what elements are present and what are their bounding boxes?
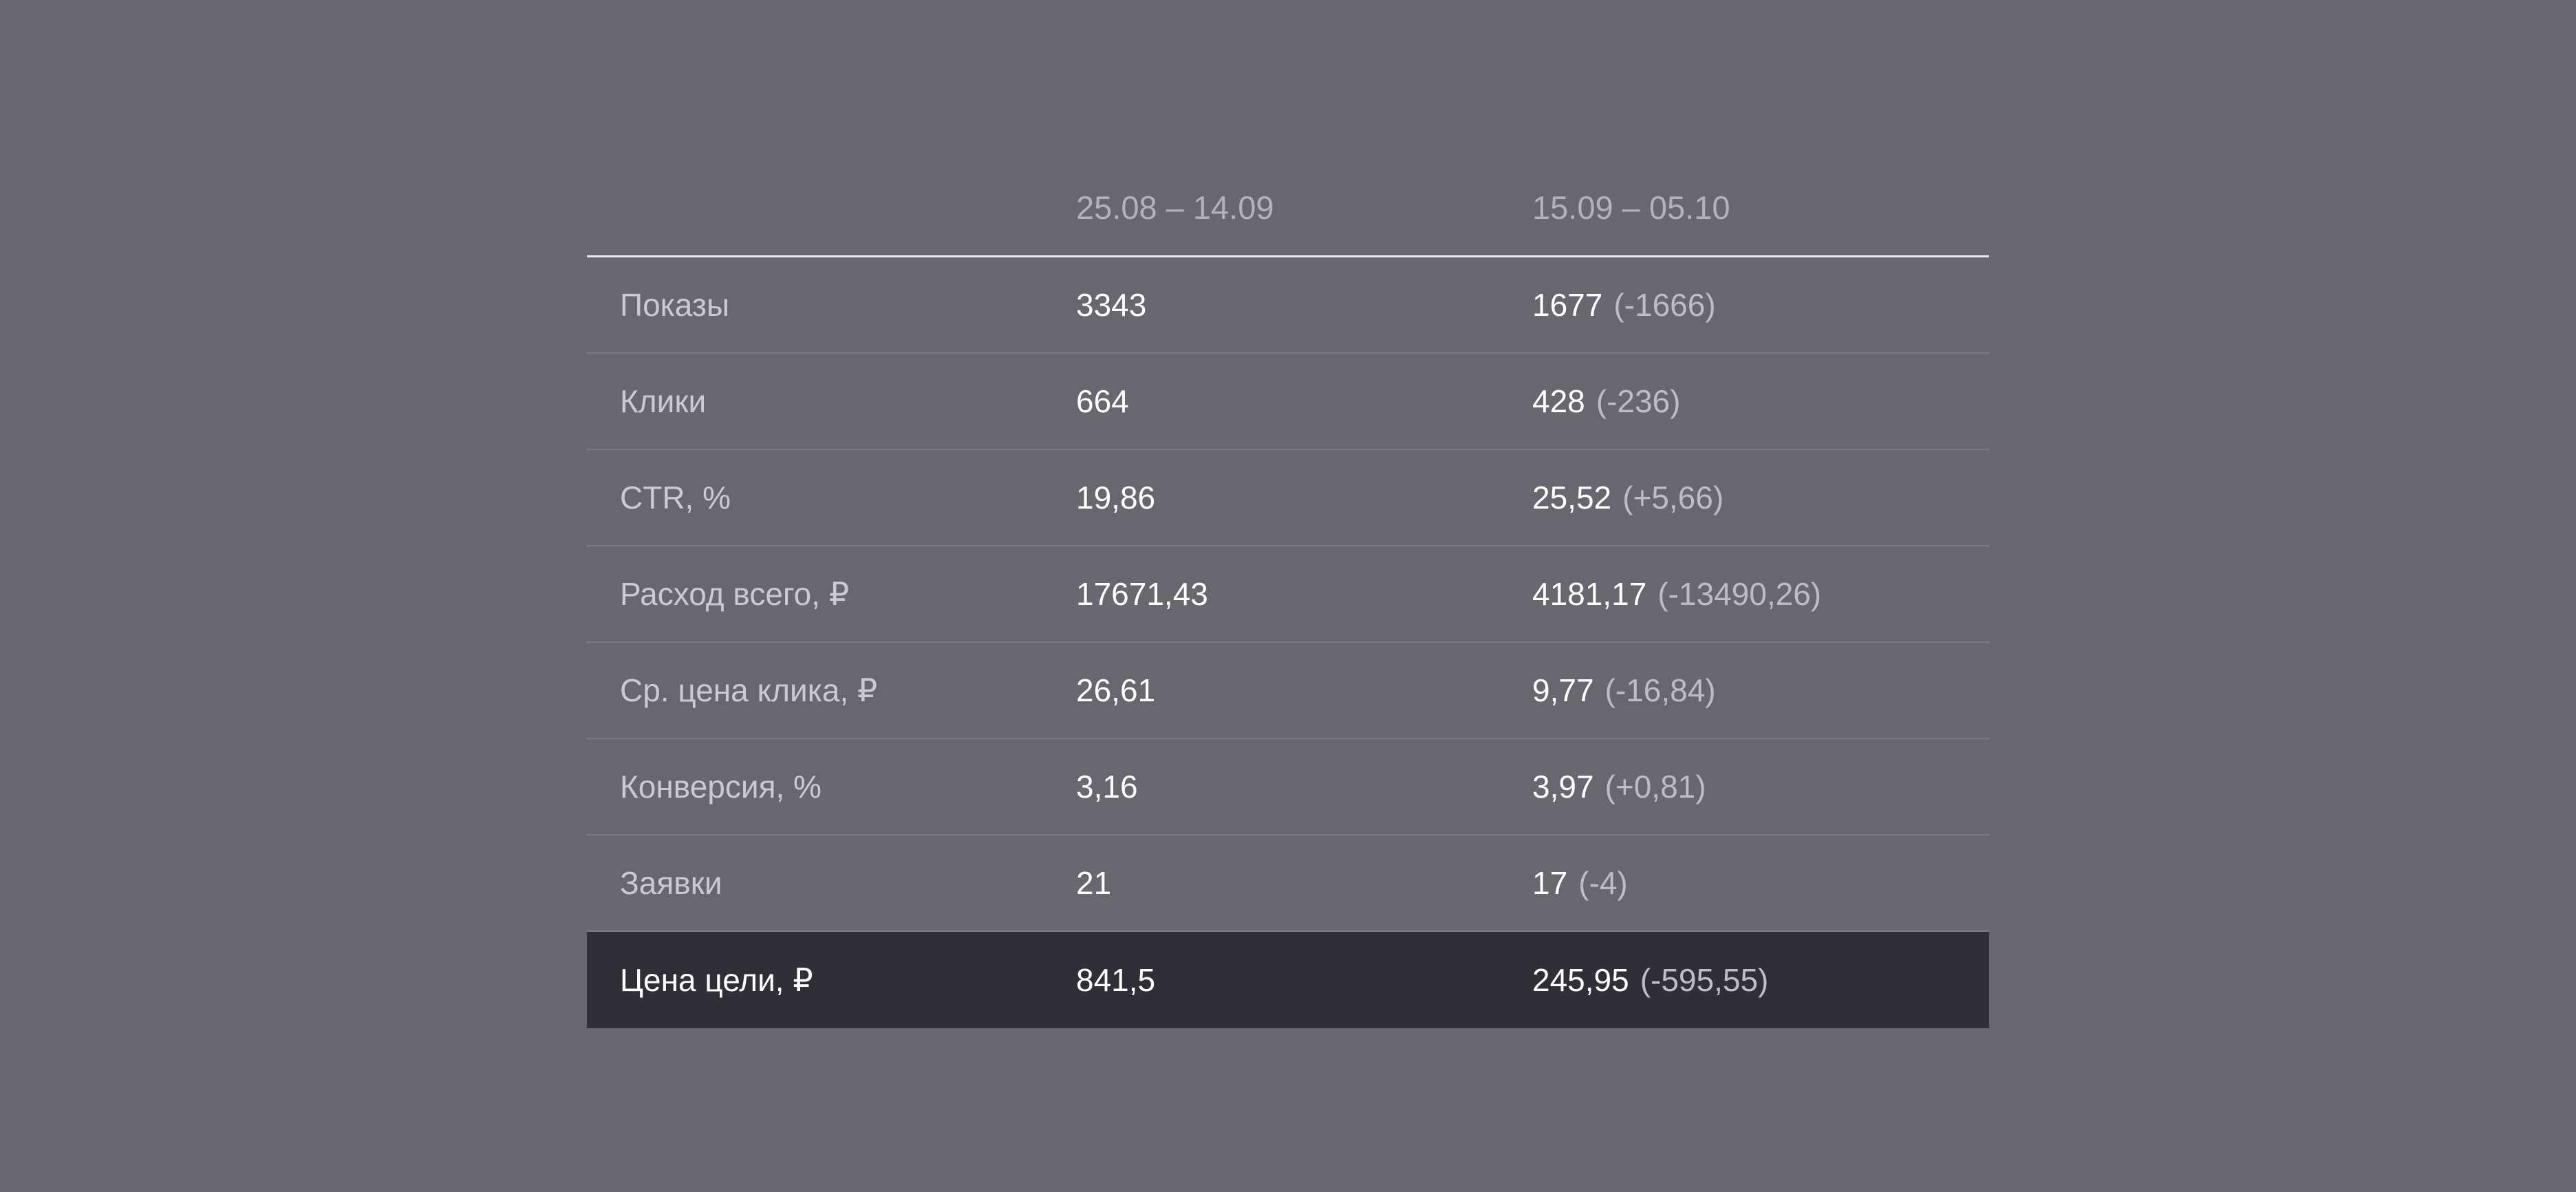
period-2-cell: 25,52 (+5,66) [1532,450,1724,545]
period-1-value: 3,16 [1076,769,1138,805]
table-row-ctr: CTR, % 19,86 25,52 (+5,66) [587,450,1989,546]
change-value: (-13490,26) [1657,576,1822,612]
period-2-value: 3,97 [1532,769,1594,805]
change-value: (+5,66) [1622,480,1724,515]
period-2-value: 25,52 [1532,480,1612,515]
period-1-value: 841,5 [1076,962,1156,998]
period-2-cell: 9,77 (-16,84) [1532,643,1716,738]
comparison-table: 25.08 – 14.09 15.09 – 05.10 Показы 3343 … [587,145,1989,1028]
change-value: (-236) [1596,383,1681,419]
row-label: Заявки [620,865,722,901]
change-value: (-16,84) [1604,672,1716,708]
period-1-value: 19,86 [1076,480,1156,515]
period-2-value: 245,95 [1532,962,1629,998]
period-2-cell: 428 (-236) [1532,354,1680,449]
column-header-period-2: 15.09 – 05.10 [1532,189,1730,226]
change-value: (-1666) [1613,287,1716,323]
period-2-value: 428 [1532,383,1585,419]
table-row-total-spend: Расход всего, ₽ 17671,43 4181,17 (-13490… [587,546,1989,643]
period-1-value: 3343 [1076,287,1147,323]
period-2-value: 1677 [1532,287,1603,323]
period-2-value: 9,77 [1532,672,1594,708]
period-2-cell: 245,95 (-595,55) [1532,932,1768,1028]
table-header: 25.08 – 14.09 15.09 – 05.10 [587,145,1989,257]
table-row-clicks: Клики 664 428 (-236) [587,354,1989,450]
row-label: Конверсия, % [620,769,822,805]
row-label: Расход всего, ₽ [620,576,850,612]
period-2-cell: 4181,17 (-13490,26) [1532,546,1821,641]
period-2-cell: 3,97 (+0,81) [1532,739,1706,834]
period-2-value: 4181,17 [1532,576,1647,612]
change-value: (+0,81) [1604,769,1706,805]
column-header-period-1: 25.08 – 14.09 [1076,189,1274,226]
period-1-value: 21 [1076,865,1112,901]
row-label: Ср. цена клика, ₽ [620,672,878,708]
period-1-value: 17671,43 [1076,576,1208,612]
period-1-value: 26,61 [1076,672,1156,708]
table-row-conversion: Конверсия, % 3,16 3,97 (+0,81) [587,739,1989,836]
table-row-avg-click-price: Ср. цена клика, ₽ 26,61 9,77 (-16,84) [587,643,1989,739]
period-1-value: 664 [1076,383,1129,419]
table-row-impressions: Показы 3343 1677 (-1666) [587,257,1989,354]
period-2-cell: 17 (-4) [1532,836,1628,930]
period-2-value: 17 [1532,865,1568,901]
period-2-cell: 1677 (-1666) [1532,257,1716,352]
row-label: Показы [620,287,730,323]
row-label: Цена цели, ₽ [620,962,813,998]
change-value: (-4) [1578,865,1628,901]
change-value: (-595,55) [1640,962,1769,998]
table-row-leads: Заявки 21 17 (-4) [587,836,1989,932]
row-label: Клики [620,383,707,419]
table-row-goal-cost: Цена цели, ₽ 841,5 245,95 (-595,55) [587,932,1989,1028]
row-label: CTR, % [620,480,731,515]
